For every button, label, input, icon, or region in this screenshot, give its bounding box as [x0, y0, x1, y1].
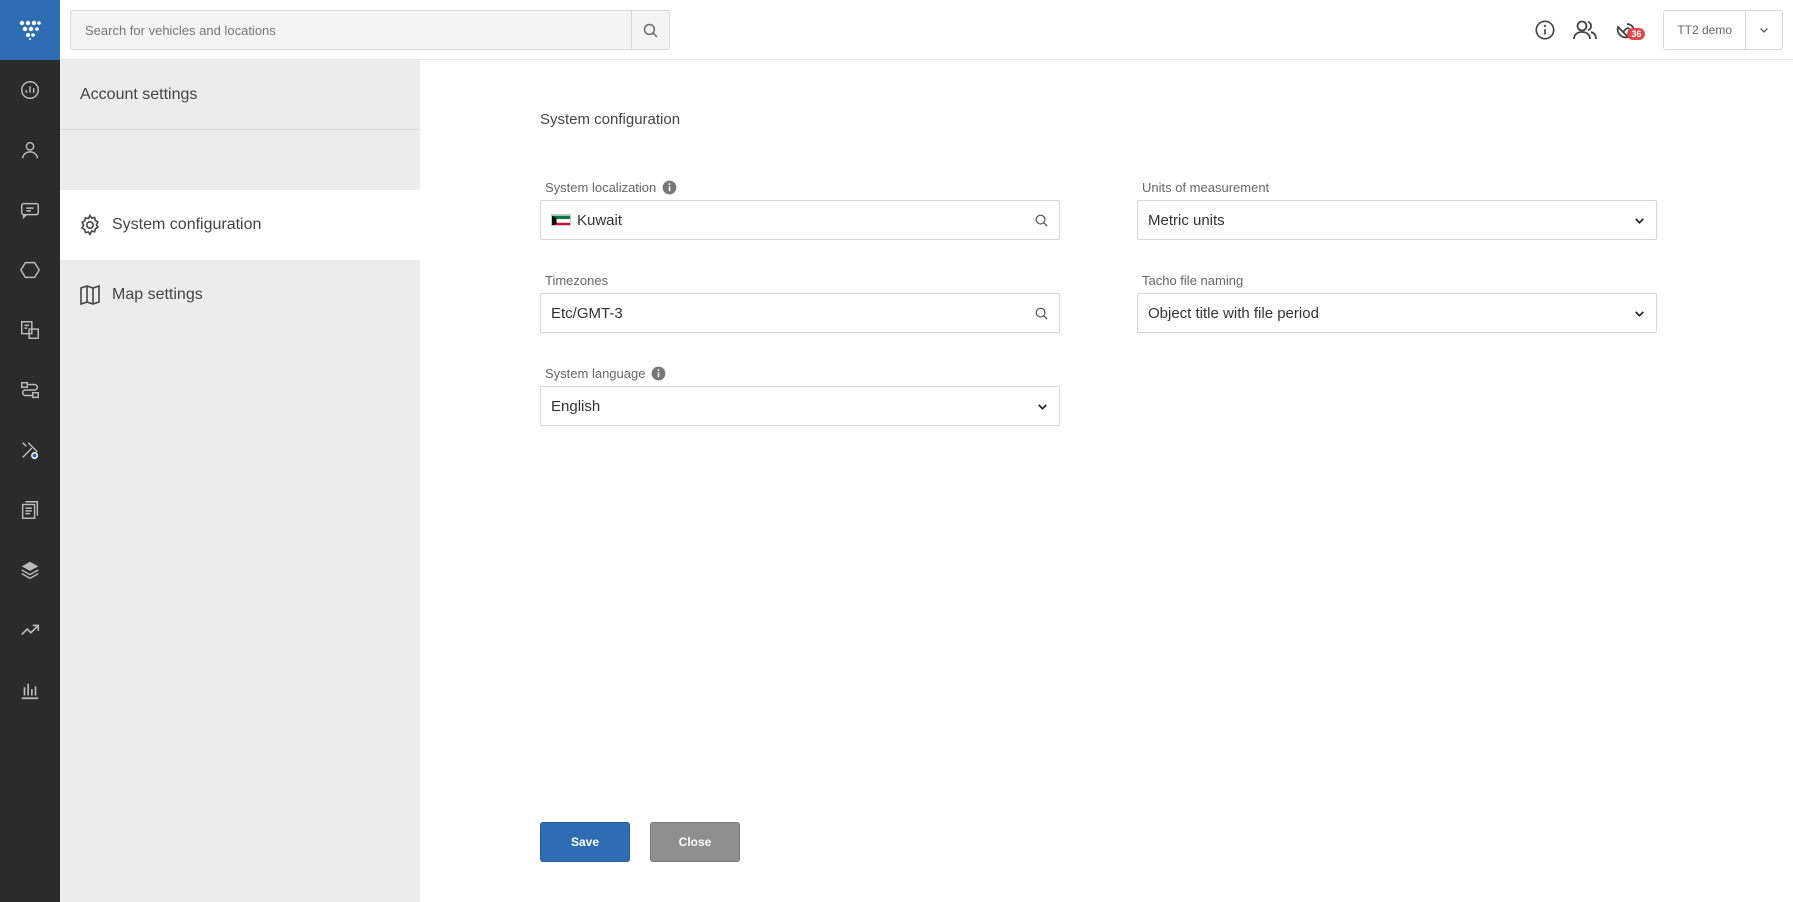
users-button[interactable] — [1565, 0, 1605, 60]
chevron-down-icon — [1746, 24, 1782, 36]
tacho-label: Tacho file naming — [1142, 272, 1244, 288]
hexagon-icon — [19, 261, 41, 279]
rail-layers[interactable] — [0, 540, 60, 600]
rail-dashboard[interactable] — [0, 60, 60, 120]
rail-messages[interactable] — [0, 180, 60, 240]
localization-input[interactable]: Kuwait — [540, 200, 1060, 240]
main-content: System configuration System localization… — [420, 60, 1793, 902]
rail-connections[interactable] — [0, 360, 60, 420]
search-input[interactable] — [71, 11, 631, 49]
nav-rail — [0, 0, 60, 902]
user-menu[interactable]: TT2 demo — [1663, 10, 1783, 50]
search-button[interactable] — [631, 11, 669, 49]
chevron-down-icon — [1633, 214, 1646, 227]
timezones-value: Etc/GMT-3 — [551, 304, 623, 322]
units-value: Metric units — [1148, 211, 1225, 229]
flow-icon — [21, 381, 39, 399]
rail-reports[interactable] — [0, 480, 60, 540]
chat-icon — [21, 202, 39, 220]
close-button[interactable]: Close — [650, 822, 740, 862]
stack-files-icon — [21, 501, 39, 519]
info-icon — [1535, 20, 1555, 40]
logo[interactable] — [0, 0, 60, 60]
settings-sidebar: Account settings System configuration Ma… — [60, 60, 420, 902]
bar-chart-icon — [21, 683, 39, 700]
gear-icon — [81, 213, 99, 237]
language-value: English — [551, 397, 601, 415]
user-name: TT2 demo — [1664, 11, 1746, 49]
localization-value: Kuwait — [577, 211, 623, 229]
tacho-value: Object title with file period — [1148, 304, 1319, 322]
language-label: System language — [545, 365, 646, 381]
header-actions: 36 TT2 demo — [1525, 0, 1793, 60]
sidebar-item-system-configuration[interactable]: System configuration — [60, 190, 420, 260]
units-field: Units of measurement Metric units — [1137, 177, 1657, 240]
map-icon — [80, 284, 100, 306]
sidebar-item-label: System configuration — [112, 216, 262, 233]
rail-maintenance[interactable] — [0, 420, 60, 480]
trend-icon — [21, 624, 40, 636]
timezones-label: Timezones — [545, 272, 609, 288]
users-icon — [1573, 20, 1598, 40]
localization-field: System localization Kuwait — [540, 177, 1060, 240]
chevron-down-icon — [1036, 400, 1049, 413]
tools-icon — [22, 442, 39, 459]
info-icon[interactable] — [662, 180, 677, 195]
units-label: Units of measurement — [1142, 179, 1270, 195]
sidebar-item-map-settings[interactable]: Map settings — [60, 260, 420, 330]
top-bar: 36 TT2 demo — [60, 0, 1793, 60]
gauge-icon — [21, 81, 39, 99]
logo-icon — [19, 20, 41, 40]
timezones-field: Timezones Etc/GMT-3 — [540, 270, 1060, 333]
info-button[interactable] — [1525, 0, 1565, 60]
notification-badge: 36 — [1627, 28, 1646, 40]
layers-icon — [21, 561, 39, 580]
rail-routes[interactable] — [0, 240, 60, 300]
search-box — [70, 10, 670, 50]
rail-analytics[interactable] — [0, 660, 60, 720]
search-icon — [1034, 306, 1049, 321]
rail-documents[interactable] — [0, 300, 60, 360]
rail-trends[interactable] — [0, 600, 60, 660]
rail-users[interactable] — [0, 120, 60, 180]
units-select[interactable]: Metric units — [1137, 200, 1657, 240]
sidebar-title: Account settings — [60, 60, 420, 130]
timezones-input[interactable]: Etc/GMT-3 — [540, 293, 1060, 333]
language-select[interactable]: English — [540, 386, 1060, 426]
sidebar-item-label: Map settings — [112, 286, 203, 303]
notifications-button[interactable]: 36 — [1605, 0, 1646, 60]
tacho-field: Tacho file naming Object title with file… — [1137, 270, 1657, 333]
tacho-select[interactable]: Object title with file period — [1137, 293, 1657, 333]
document-icon — [21, 321, 39, 339]
chevron-down-icon — [1633, 307, 1646, 320]
user-icon — [21, 141, 39, 159]
page-title: System configuration — [540, 111, 681, 128]
search-icon — [643, 23, 658, 37]
language-field: System language English — [540, 363, 1060, 426]
save-button[interactable]: Save — [540, 822, 630, 862]
info-icon[interactable] — [651, 366, 666, 381]
kuwait-flag-icon — [551, 214, 571, 226]
search-icon — [1034, 213, 1049, 228]
localization-label: System localization — [545, 179, 657, 195]
